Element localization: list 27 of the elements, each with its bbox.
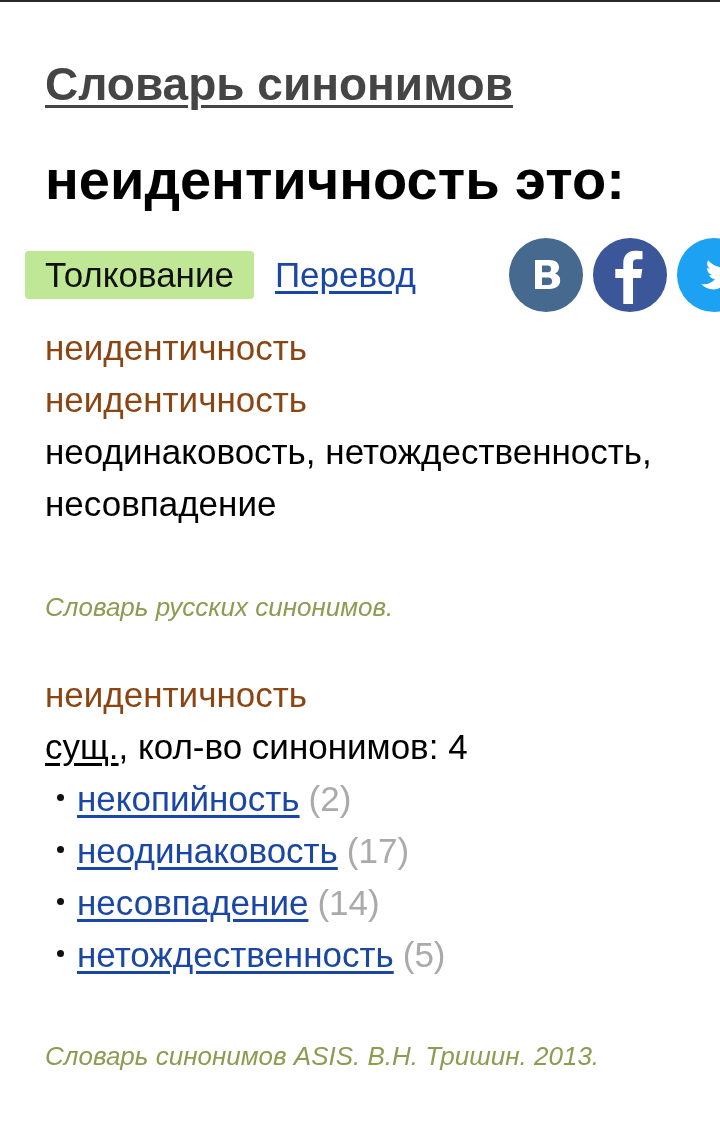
vk-share-icon[interactable] [509, 238, 583, 312]
synonym-count: (5) [402, 935, 446, 975]
bullet-icon [57, 949, 64, 957]
definition-text: неодинаковость, нетождественность, несовпадение [45, 431, 653, 525]
synonym-count: (14) [317, 883, 380, 923]
tab-link[interactable]: Перевод [274, 258, 416, 292]
twitter-share-icon[interactable] [677, 238, 720, 312]
entry-info-text: сущ., кол-во синонимов: 4 [45, 726, 469, 768]
tab-selected[interactable]: Толкование [25, 251, 254, 299]
synonym-link[interactable]: несовпадение [77, 883, 309, 923]
bullet-icon [57, 793, 64, 801]
site-title-link[interactable]: Словарь синонимов [45, 56, 513, 112]
bullet-icon [57, 897, 64, 905]
headword: неидентичность [45, 327, 308, 369]
synonym-link[interactable]: некопийность [77, 779, 300, 819]
synonym-count: (2) [308, 779, 352, 819]
source-citation: Словарь русских синонимов. [45, 591, 395, 624]
synonym-count: (17) [346, 831, 410, 871]
page-heading: неидентичность это: [45, 148, 626, 212]
source-citation: Словарь синонимов ASIS. В.Н. Тришин. 2013. [45, 1040, 601, 1073]
part-of-speech-abbreviation[interactable]: сущ. [45, 727, 119, 766]
headword: неидентичность [45, 379, 308, 421]
synonym-link[interactable]: неодинаковость [77, 831, 338, 871]
synonym-link[interactable]: нетождественность [77, 935, 394, 975]
bullet-icon [57, 845, 64, 853]
headword: неидентичность [45, 674, 308, 716]
facebook-share-icon[interactable] [593, 238, 667, 312]
